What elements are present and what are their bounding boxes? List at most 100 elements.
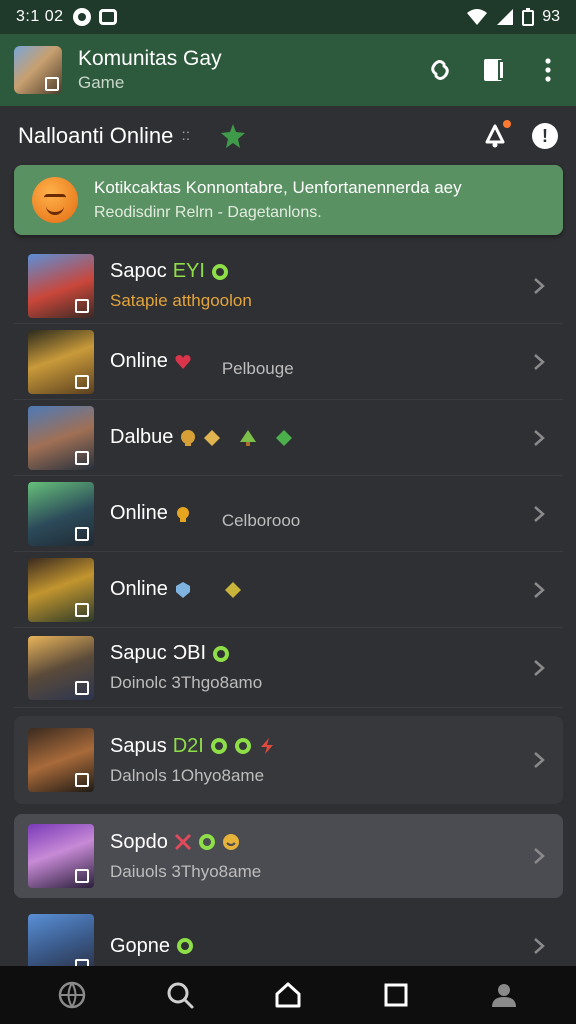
row-subtitle: Satapie atthgoolon [110, 291, 252, 310]
game-thumbnail [28, 405, 94, 470]
game-thumbnail [28, 824, 94, 888]
shield-icon [175, 581, 190, 598]
list-item[interactable]: Online Celborooo [14, 476, 563, 552]
square-icon [99, 9, 118, 25]
row-tag: D2I [172, 734, 204, 757]
wifi-icon [467, 9, 488, 25]
row-name: Online [110, 502, 168, 524]
book-button[interactable] [480, 56, 508, 84]
row-subtitle: Daiuols 3Thyo8ame [110, 861, 262, 881]
green-coin-icon [198, 834, 215, 850]
green-coin-icon [213, 645, 230, 662]
diamond-icon [224, 581, 241, 598]
list-item[interactable]: Dalbue [14, 400, 563, 476]
row-name: Dalbue [110, 426, 174, 448]
chevron-right-icon [534, 752, 545, 768]
row-name: Gopne [110, 934, 171, 957]
nav-recents[interactable] [376, 975, 416, 1015]
status-bar: 3:1 02 93 [0, 0, 576, 34]
list-item[interactable]: Sapus D2I Dalnols 1Ohyo8ame [14, 716, 563, 804]
section-title: Nalloanti Online [18, 123, 174, 148]
game-thumbnail [28, 728, 94, 792]
banner-subtitle: Reodisdinr Relrn - Dagetanlons. [94, 204, 322, 221]
section-dots: :: [181, 127, 191, 144]
chevron-right-icon [534, 581, 545, 598]
trophy-icon [181, 429, 196, 446]
banner-title: Kotikcaktas Konnontabre, Uenfortanennerd… [94, 178, 462, 197]
signal-icon [497, 9, 514, 25]
app-subtitle: Game [78, 73, 125, 92]
notification-button[interactable] [482, 120, 511, 149]
battery-percent: 93 [542, 8, 560, 25]
home-icon [275, 982, 301, 1008]
chevron-right-icon [534, 505, 545, 522]
search-icon [167, 982, 194, 1009]
game-thumbnail [28, 557, 94, 622]
nav-community[interactable] [52, 975, 92, 1015]
green-coin-icon [211, 263, 228, 280]
green-coin-icon [177, 938, 194, 954]
list-item[interactable]: Sapuc ƆBI Doinolc 3Thgo8amo [14, 628, 563, 708]
row-name: Online [110, 350, 168, 372]
nav-profile[interactable] [484, 975, 524, 1015]
bottom-nav [0, 966, 576, 1024]
section-header: Nalloanti Online :: ! [0, 106, 576, 166]
link-button[interactable] [426, 56, 454, 84]
green-coin-icon [234, 738, 251, 754]
row-tag: EYI [172, 260, 205, 282]
game-thumbnail [28, 329, 94, 394]
row-subtitle: Doinolc 3Thgo8amo [110, 673, 263, 692]
more-button[interactable] [534, 56, 562, 84]
chevron-right-icon [534, 353, 545, 370]
status-time: 3:1 02 [16, 8, 64, 25]
list-item[interactable]: Sopdo Daiuols 3Thyo8ame [14, 814, 563, 898]
link-icon [431, 60, 449, 80]
green-coin-icon [210, 738, 227, 754]
game-thumbnail [28, 635, 94, 700]
diamond-icon [204, 429, 221, 446]
game-thumbnail [28, 253, 94, 318]
book-icon [484, 59, 505, 81]
announcement-banner[interactable]: Kotikcaktas Konnontabre, Uenfortanennerd… [14, 165, 563, 235]
app-title: Komunitas Gay [78, 47, 222, 70]
circle-icon [73, 8, 92, 26]
gem-icon [276, 429, 293, 446]
row-name: Sapoc [110, 260, 167, 282]
row-name: Online [110, 578, 168, 600]
star-badge-icon [221, 124, 246, 148]
list-item[interactable]: Online Pelbouge [14, 324, 563, 400]
recents-icon [384, 983, 408, 1007]
group-avatar[interactable] [14, 46, 62, 94]
row-name: Sapus [110, 734, 167, 757]
chevron-right-icon [534, 938, 545, 954]
profile-icon [492, 984, 516, 1007]
chevron-right-icon [534, 429, 545, 446]
lamp-icon [176, 506, 189, 522]
row-tag: ƆBI [172, 642, 207, 664]
row-subtitle: Dalnols 1Ohyo8ame [110, 765, 265, 785]
tree-icon [240, 429, 257, 446]
angry-face-icon [32, 177, 78, 223]
list-item[interactable]: Sapoc EYI Satapie atthgoolon [14, 248, 563, 324]
more-vert-icon [545, 58, 551, 82]
list-item[interactable]: Online [14, 552, 563, 628]
chevron-right-icon [534, 277, 545, 294]
row-subtitle: Celborooo [221, 510, 301, 530]
battery-icon [522, 8, 535, 26]
globe-icon [58, 981, 86, 1009]
notification-dot [503, 120, 511, 128]
chevron-right-icon [534, 659, 545, 676]
row-name: Sapuc [110, 642, 167, 664]
bolt-icon [260, 738, 273, 754]
row-subtitle: Pelbouge [221, 358, 294, 378]
info-icon[interactable]: ! [532, 123, 558, 149]
swords-icon [174, 833, 191, 851]
nav-home[interactable] [268, 975, 308, 1015]
row-name: Sopdo [110, 830, 168, 853]
smile-icon [222, 834, 239, 850]
nav-search[interactable] [160, 975, 200, 1015]
app-bar: Komunitas Gay Game [0, 34, 576, 106]
app-title-group[interactable]: Komunitas Gay Game [78, 47, 222, 93]
game-thumbnail [28, 481, 94, 546]
chevron-right-icon [534, 848, 545, 864]
